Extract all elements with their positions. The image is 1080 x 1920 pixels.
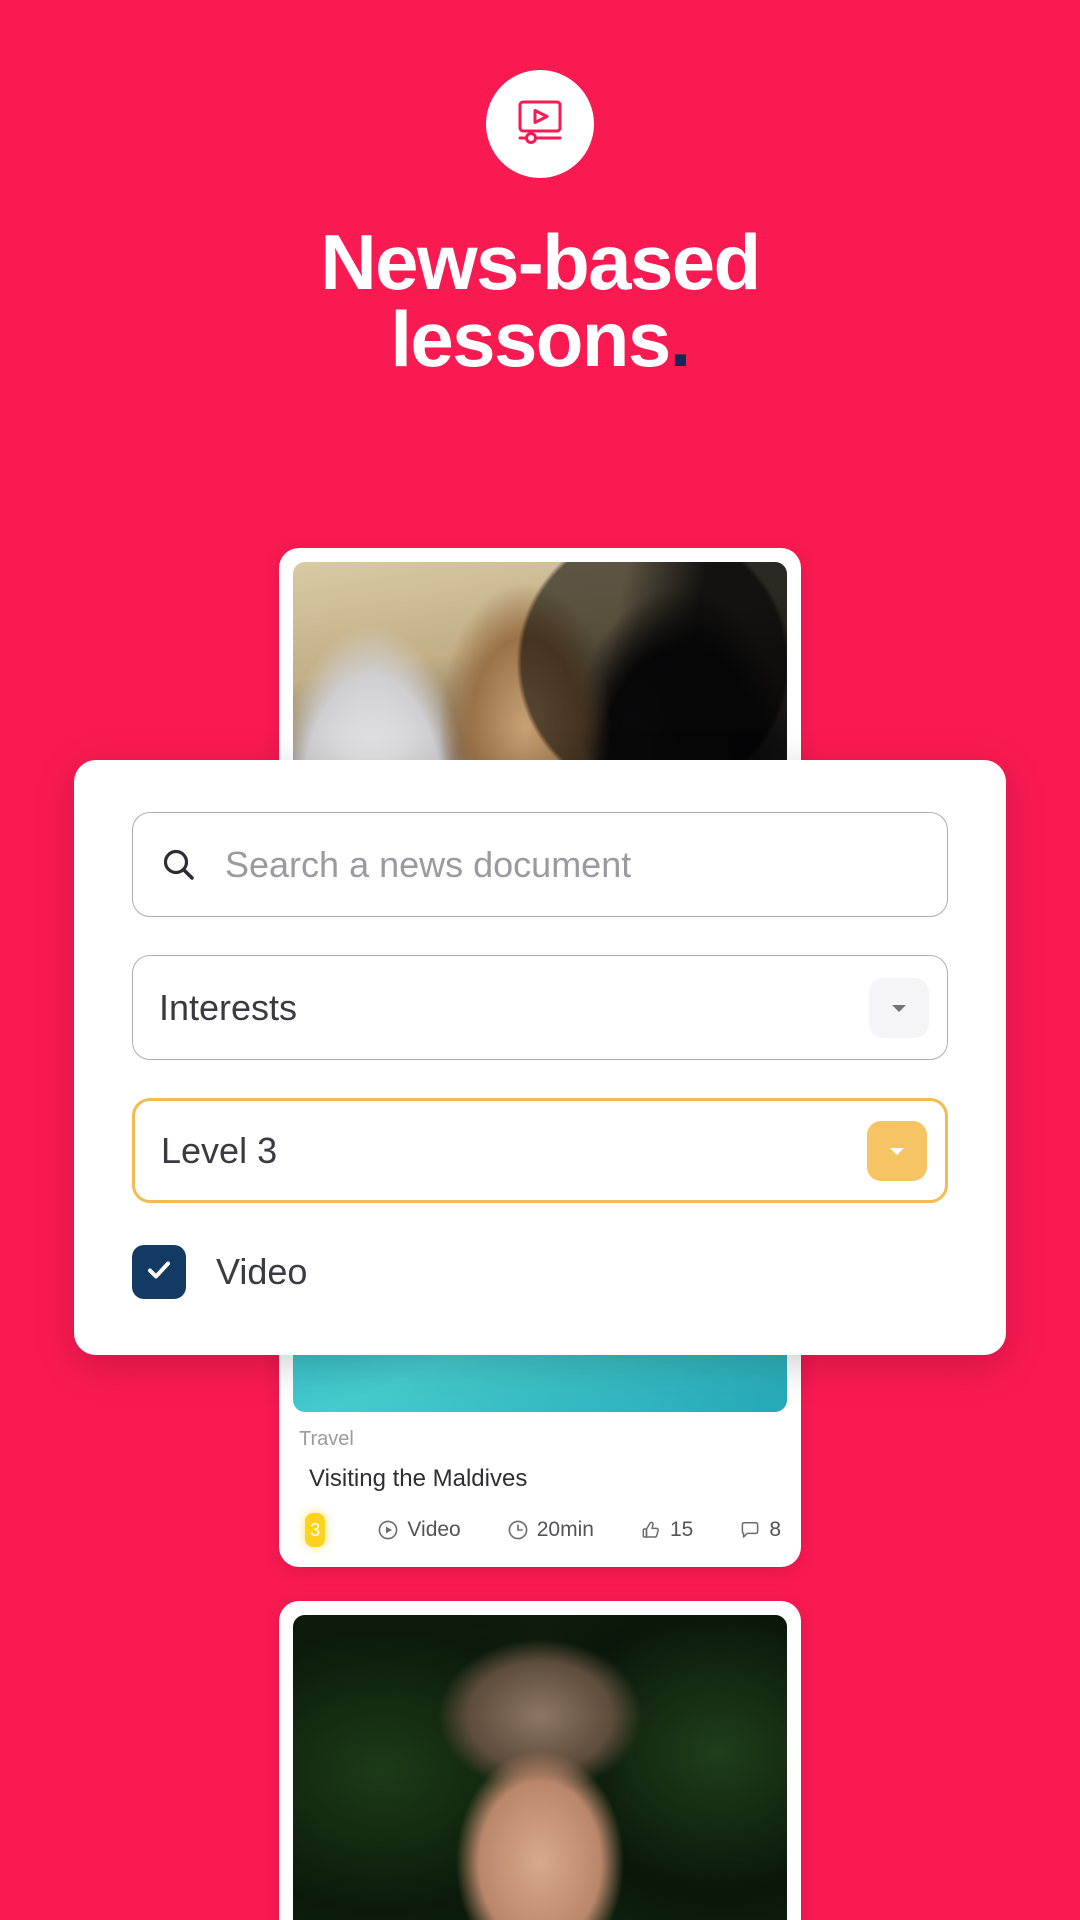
video-filter-checkbox[interactable]	[132, 1245, 186, 1299]
search-filter-panel: Search a news document Interests Level 3	[74, 760, 1006, 1355]
search-input[interactable]: Search a news document	[225, 844, 631, 886]
meta-comments-count: 8	[769, 1518, 781, 1541]
video-filter-row[interactable]: Video	[132, 1245, 948, 1299]
card-image	[293, 1615, 787, 1920]
search-icon	[159, 845, 199, 885]
hero-section: News-based lessons.	[0, 0, 1080, 378]
card-meta: 3 Video 20min 15 8	[299, 1513, 781, 1547]
headline-line-2-text: lessons	[390, 295, 671, 384]
meta-duration: 20min	[507, 1518, 594, 1542]
search-field[interactable]: Search a news document	[132, 812, 948, 917]
video-player-icon	[511, 93, 569, 156]
app-screen: News-based lessons. Travel Visiting the …	[0, 0, 1080, 1920]
video-filter-label: Video	[216, 1251, 308, 1292]
level-select[interactable]: Level 3	[132, 1098, 948, 1203]
check-icon	[143, 1254, 175, 1291]
app-logo	[486, 70, 594, 178]
headline-period: .	[669, 295, 692, 384]
clock-icon	[507, 1519, 529, 1541]
interests-select[interactable]: Interests	[132, 955, 948, 1060]
card-body: Travel Visiting the Maldives 3 Video 20m…	[293, 1412, 787, 1553]
meta-comments[interactable]: 8	[739, 1518, 781, 1542]
level-select-value: Level 3	[161, 1129, 278, 1171]
comment-icon	[739, 1519, 761, 1541]
headline-line-2: lessons.	[0, 300, 1080, 378]
thumbs-up-icon	[640, 1519, 662, 1541]
level-badge: 3	[305, 1513, 326, 1547]
meta-format: Video	[377, 1518, 461, 1542]
card-category: Travel	[299, 1428, 354, 1450]
headline-line-1: News-based	[320, 218, 761, 306]
chevron-down-icon[interactable]	[869, 977, 929, 1038]
meta-likes[interactable]: 15	[640, 1518, 693, 1542]
page-title: News-based lessons.	[0, 218, 1080, 378]
card-title: Visiting the Maldives	[309, 1465, 528, 1492]
meta-duration-label: 20min	[536, 1518, 594, 1541]
meta-format-label: Video	[407, 1518, 461, 1541]
news-card[interactable]	[279, 1601, 801, 1920]
meta-likes-count: 15	[669, 1518, 694, 1541]
logo-container	[0, 0, 1080, 178]
interests-select-value: Interests	[159, 986, 298, 1028]
portrait-photo	[293, 1615, 787, 1920]
play-circle-icon	[377, 1519, 399, 1541]
chevron-down-icon[interactable]	[867, 1120, 927, 1181]
